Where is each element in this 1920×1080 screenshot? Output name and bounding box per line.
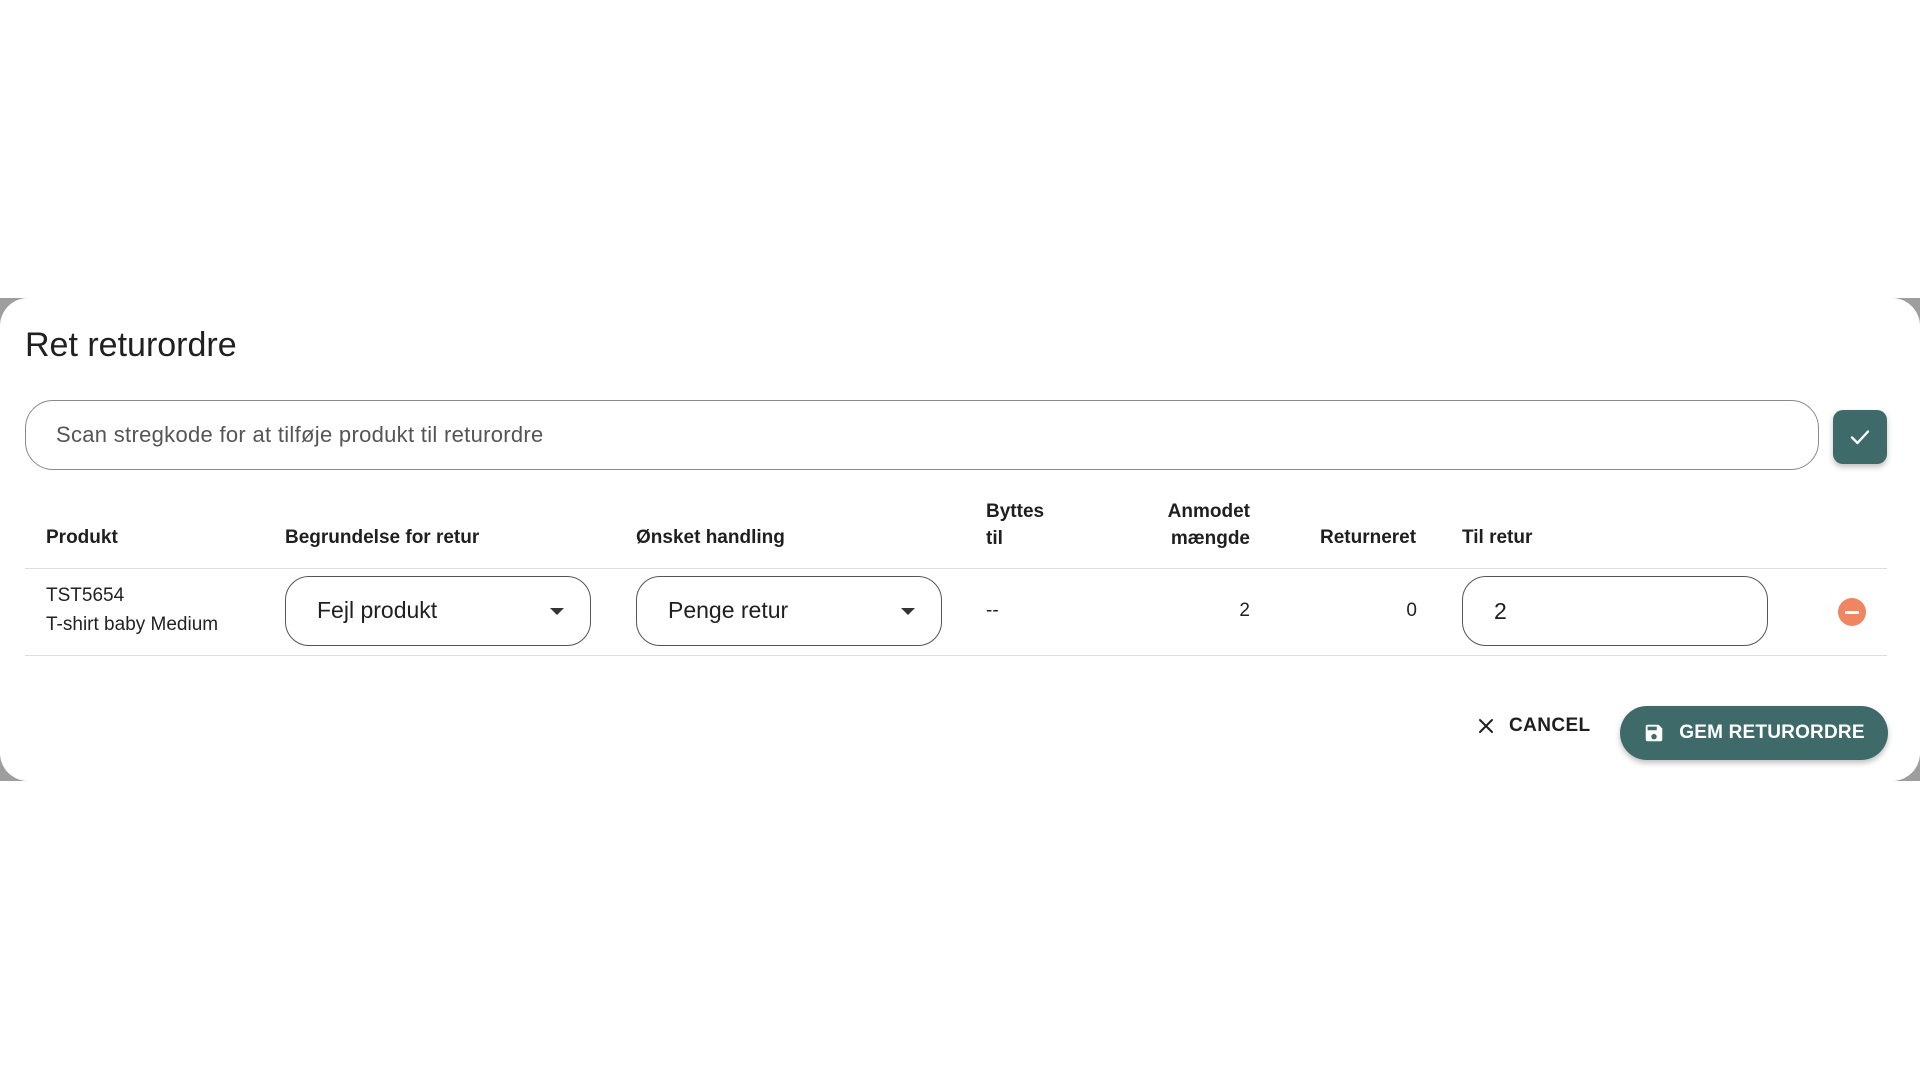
- table-row: TST5654 T-shirt baby Medium Fejl produkt…: [25, 569, 1887, 656]
- action-select[interactable]: Penge retur: [636, 576, 942, 646]
- action-select-value: Penge retur: [668, 597, 789, 623]
- header-product: Produkt: [46, 527, 118, 548]
- header-exchange-line2: til: [986, 528, 1003, 549]
- close-icon: [1479, 719, 1493, 733]
- returned-quantity: 0: [1406, 600, 1417, 621]
- save-return-order-button[interactable]: GEM RETURORDRE: [1620, 706, 1888, 760]
- return-items-table: Produkt Begrundelse for retur Ønsket han…: [25, 498, 1887, 656]
- header-requested: Anmodet mængde: [1150, 498, 1250, 552]
- product-name: T-shirt baby Medium: [46, 614, 219, 635]
- check-icon: [1850, 430, 1870, 445]
- product-code: TST5654: [46, 585, 125, 606]
- header-returned: Returneret: [1320, 527, 1417, 548]
- exchange-value: --: [986, 600, 999, 621]
- requested-quantity: 2: [1239, 600, 1250, 621]
- minus-circle-icon: [1845, 610, 1859, 614]
- header-requested-line2: mængde: [1170, 528, 1250, 549]
- edit-return-order-dialog: Ret returordre Produkt Begrundelse for r…: [0, 298, 1920, 781]
- barcode-scan-input[interactable]: [25, 400, 1819, 470]
- table-header: Produkt Begrundelse for retur Ønsket han…: [25, 498, 1887, 569]
- header-exchange: Byttes til: [986, 498, 1044, 552]
- save-label: GEM RETURORDRE: [1679, 722, 1865, 743]
- save-icon: [1646, 724, 1663, 742]
- cancel-label: CANCEL: [1509, 715, 1591, 736]
- reason-select-value: Fejl produkt: [317, 597, 438, 623]
- reason-select[interactable]: Fejl produkt: [285, 576, 591, 646]
- caret-down-icon: [550, 608, 564, 615]
- to-return-quantity-input[interactable]: [1462, 576, 1768, 646]
- dialog-title: Ret returordre: [25, 326, 237, 364]
- header-action: Ønsket handling: [636, 527, 785, 548]
- cancel-button[interactable]: CANCEL: [1467, 704, 1601, 748]
- confirm-scan-button[interactable]: [1833, 410, 1887, 464]
- header-exchange-line1: Byttes: [986, 501, 1045, 522]
- caret-down-icon: [901, 608, 915, 615]
- remove-row-button[interactable]: [1838, 598, 1866, 626]
- header-requested-line1: Anmodet: [1167, 501, 1250, 522]
- header-to-return: Til retur: [1462, 527, 1533, 548]
- header-reason: Begrundelse for retur: [285, 527, 480, 548]
